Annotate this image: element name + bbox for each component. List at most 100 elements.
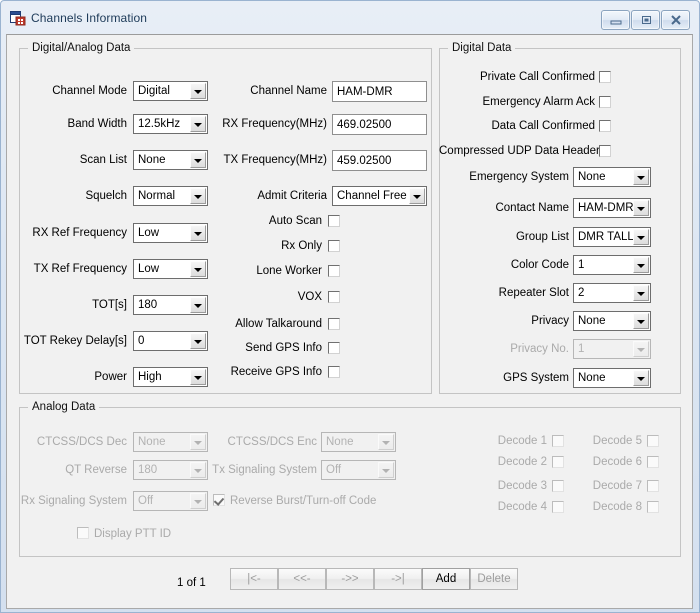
chevron-down-icon[interactable]	[633, 370, 649, 386]
decode-7-checkbox	[647, 480, 659, 492]
maximize-icon	[641, 16, 651, 24]
label-ctcss-dcs-enc: CTCSS/DCS Enc	[227, 436, 317, 448]
tot-rekey-delay-combo[interactable]: 0	[133, 331, 208, 351]
add-button[interactable]: Add	[422, 568, 470, 590]
squelch-combo[interactable]: Normal	[133, 186, 208, 206]
label-decode-1: Decode 1	[497, 435, 547, 447]
receive-gps-info-checkbox[interactable]	[328, 366, 340, 378]
power-combo[interactable]: High	[133, 367, 208, 387]
rx-ref-frequency-value: Low	[138, 227, 160, 239]
admit-criteria-combo[interactable]: Channel Free	[332, 186, 427, 206]
lone-worker-checkbox[interactable]	[328, 265, 340, 277]
scan-list-combo[interactable]: None	[133, 150, 208, 170]
label-group-list: Group List	[515, 231, 569, 243]
channel-name-input[interactable]: HAM-DMR	[332, 81, 427, 102]
form-window-icon	[10, 11, 26, 26]
chevron-down-icon[interactable]	[633, 200, 649, 216]
chevron-down-icon[interactable]	[633, 229, 649, 245]
rx-ref-frequency-combo[interactable]: Low	[133, 223, 208, 243]
private-call-confirmed-checkbox[interactable]	[599, 71, 611, 83]
rx-frequency-input[interactable]: 469.02500	[332, 114, 427, 135]
rx-frequency-value: 469.02500	[337, 119, 392, 131]
previous-record-button[interactable]: <<-	[278, 568, 326, 590]
repeater-slot-combo[interactable]: 2	[573, 283, 651, 303]
close-button[interactable]	[661, 10, 690, 30]
close-icon	[670, 15, 681, 25]
label-data-call-confirmed: Data Call Confirmed	[491, 120, 595, 132]
band-width-combo[interactable]: 12.5kHz	[133, 114, 208, 134]
label-decode-3: Decode 3	[497, 480, 547, 492]
tx-ref-frequency-value: Low	[138, 263, 160, 275]
chevron-down-icon[interactable]	[190, 83, 206, 99]
next-record-button[interactable]: ->>	[326, 568, 374, 590]
send-gps-info-checkbox[interactable]	[328, 342, 340, 354]
compressed-udp-data-header-checkbox[interactable]	[599, 145, 611, 157]
auto-scan-checkbox[interactable]	[328, 215, 340, 227]
minimize-button[interactable]	[601, 10, 630, 30]
chevron-down-icon[interactable]	[190, 297, 206, 313]
label-auto-scan: Auto Scan	[268, 215, 322, 227]
delete-button[interactable]: Delete	[470, 568, 518, 590]
tx-ref-frequency-combo[interactable]: Low	[133, 259, 208, 279]
data-call-confirmed-checkbox[interactable]	[599, 120, 611, 132]
chevron-down-icon[interactable]	[190, 116, 206, 132]
label-send-gps-info: Send GPS Info	[245, 342, 322, 354]
label-emergency-system: Emergency System	[469, 171, 569, 183]
tot-rekey-delay-value: 0	[138, 335, 145, 347]
admit-criteria-value: Channel Free	[337, 190, 407, 202]
vox-checkbox[interactable]	[328, 291, 340, 303]
dialog-client-area: Digital/Analog Data Channel Mode Band Wi…	[6, 34, 693, 609]
channel-mode-combo[interactable]: Digital	[133, 81, 208, 101]
chevron-down-icon	[633, 341, 649, 357]
label-rx-signaling-system: Rx Signaling System	[20, 495, 127, 507]
decode-8-checkbox	[647, 501, 659, 513]
label-receive-gps-info: Receive GPS Info	[230, 366, 322, 378]
emergency-system-combo[interactable]: None	[573, 167, 651, 187]
chevron-down-icon[interactable]	[633, 169, 649, 185]
label-privacy: Privacy	[531, 315, 569, 327]
ctcss-dcs-enc-value: None	[326, 436, 354, 448]
emergency-system-value: None	[578, 171, 606, 183]
chevron-down-icon	[190, 493, 206, 509]
rx-only-checkbox[interactable]	[328, 240, 340, 252]
privacy-combo[interactable]: None	[573, 311, 651, 331]
window-title: Channels Information	[31, 11, 148, 25]
chevron-down-icon[interactable]	[190, 225, 206, 241]
privacy-value: None	[578, 315, 606, 327]
digital-data-title: Digital Data	[448, 42, 516, 54]
label-compressed-udp-data-header: Compressed UDP Data Header	[439, 145, 600, 157]
label-decode-7: Decode 7	[592, 480, 642, 492]
emergency-alarm-ack-checkbox[interactable]	[599, 96, 611, 108]
label-channel-name: Channel Name	[250, 85, 327, 97]
chevron-down-icon[interactable]	[409, 188, 425, 204]
maximize-button[interactable]	[631, 10, 660, 30]
chevron-down-icon[interactable]	[190, 188, 206, 204]
chevron-down-icon[interactable]	[633, 285, 649, 301]
chevron-down-icon[interactable]	[190, 333, 206, 349]
tx-frequency-input[interactable]: 459.02500	[332, 150, 427, 171]
ctcss-dcs-enc-combo: None	[321, 432, 396, 452]
gps-system-combo[interactable]: None	[573, 368, 651, 388]
rx-signaling-system-value: Off	[138, 495, 154, 507]
chevron-down-icon[interactable]	[190, 261, 206, 277]
label-tx-frequency: TX Frequency(MHz)	[223, 154, 327, 166]
label-emergency-alarm-ack: Emergency Alarm Ack	[482, 96, 595, 108]
label-qt-reverse: QT Reverse	[65, 464, 127, 476]
chevron-down-icon[interactable]	[190, 152, 206, 168]
power-value: High	[138, 371, 162, 383]
first-record-button[interactable]: |<-	[230, 568, 278, 590]
chevron-down-icon[interactable]	[633, 257, 649, 273]
color-code-combo[interactable]: 1	[573, 255, 651, 275]
chevron-down-icon[interactable]	[633, 313, 649, 329]
last-record-button[interactable]: ->|	[374, 568, 422, 590]
label-repeater-slot: Repeater Slot	[498, 287, 569, 299]
label-decode-8: Decode 8	[592, 501, 642, 513]
contact-name-combo[interactable]: HAM-DMR	[573, 198, 651, 218]
allow-talkaround-checkbox[interactable]	[328, 318, 340, 330]
decode-1-checkbox	[552, 435, 564, 447]
label-ctcss-dcs-dec: CTCSS/DCS Dec	[36, 436, 127, 448]
label-admit-criteria: Admit Criteria	[257, 190, 327, 202]
tot-combo[interactable]: 180	[133, 295, 208, 315]
group-list-combo[interactable]: DMR TALLIN	[573, 227, 651, 247]
repeater-slot-value: 2	[578, 287, 585, 299]
